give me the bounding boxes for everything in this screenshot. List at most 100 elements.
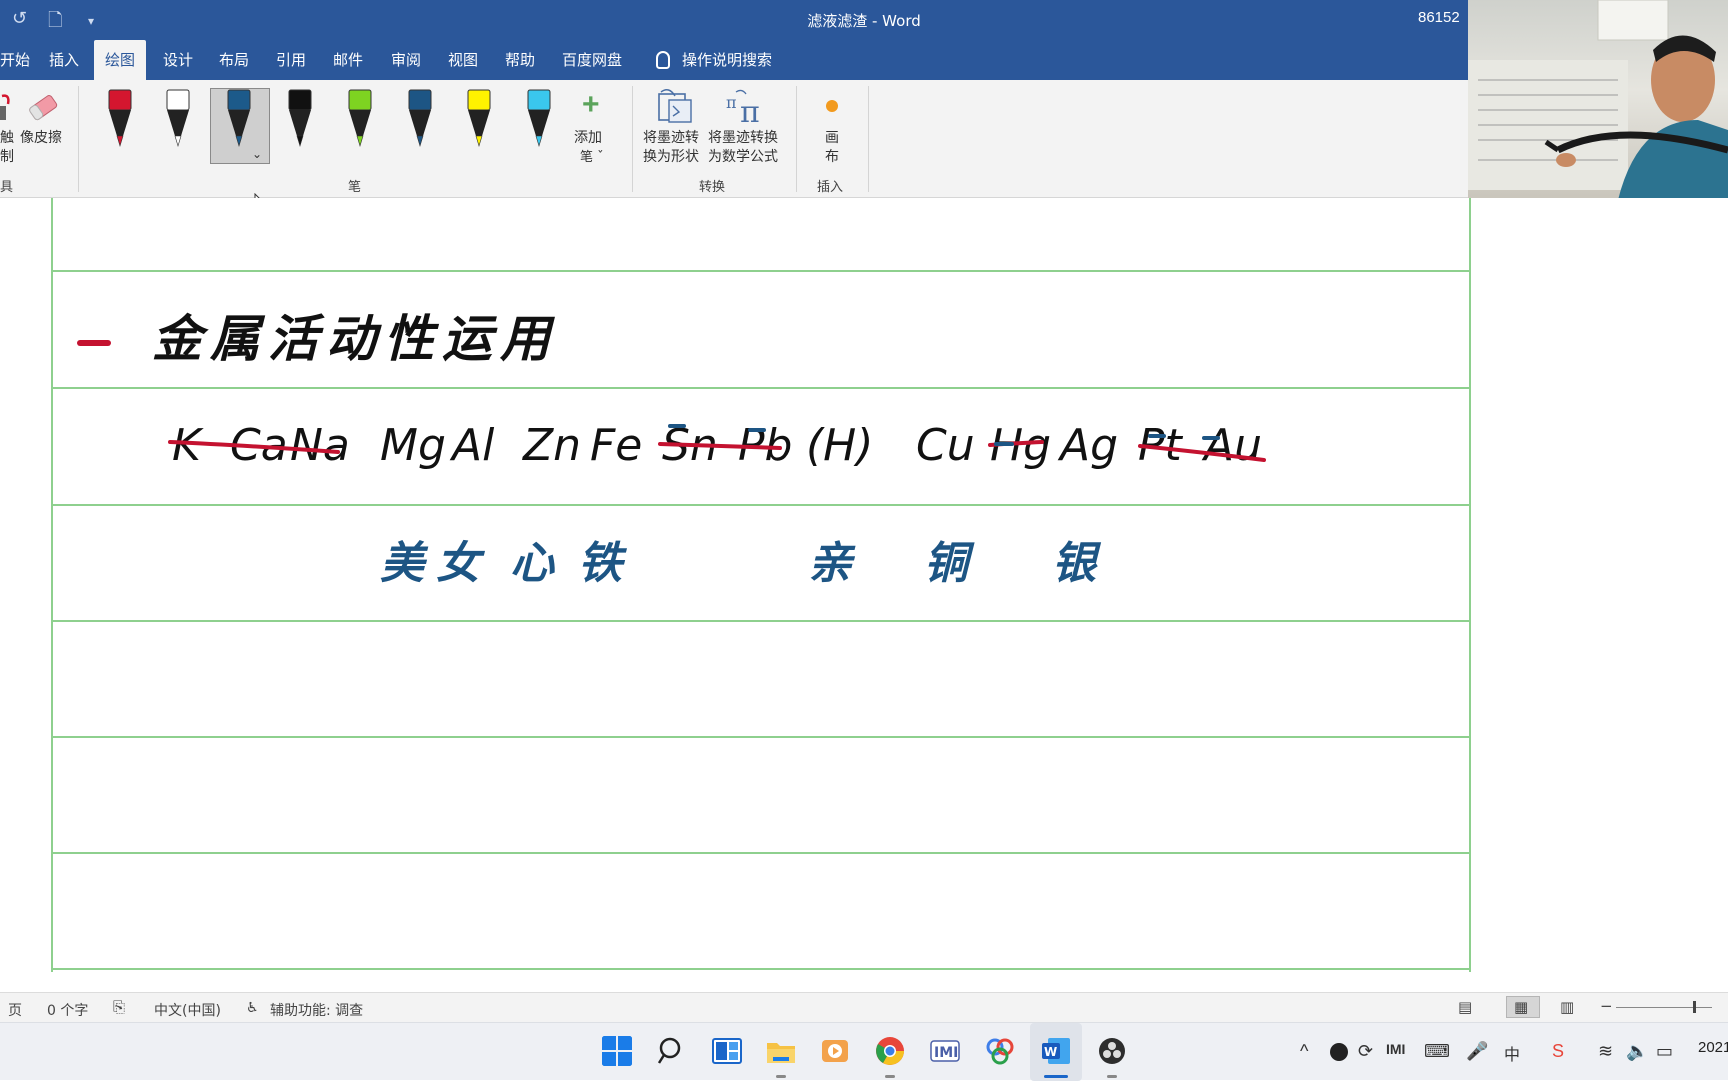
keyboard-icon[interactable]: ⌨	[1424, 1041, 1450, 1062]
tab-layout[interactable]: 布局	[208, 40, 260, 80]
print-layout-icon: ▦	[1514, 998, 1529, 1016]
microphone-icon[interactable]: 🎤	[1466, 1041, 1488, 1062]
task-view-icon[interactable]	[711, 1035, 743, 1067]
video-app-icon[interactable]	[819, 1035, 851, 1067]
canvas-label-1[interactable]: 画	[825, 129, 839, 148]
tell-me-search[interactable]: 操作说明搜索	[645, 40, 783, 80]
baidu-netdisk-icon[interactable]	[984, 1035, 1016, 1067]
battery-icon[interactable]: ▭	[1656, 1041, 1673, 1062]
group-separator	[632, 86, 633, 192]
pen-8-icon[interactable]	[524, 88, 554, 152]
mnemonic-character: 美	[380, 538, 429, 589]
tab-view[interactable]: 视图	[437, 40, 489, 80]
page-indicator[interactable]: 页	[8, 1000, 22, 1020]
tray-app-icon[interactable]	[1330, 1043, 1348, 1061]
element-symbol: Al	[449, 420, 495, 471]
tab-review[interactable]: 审阅	[380, 40, 432, 80]
accessibility-icon: ♿	[246, 1000, 259, 1016]
ink-to-math-icon[interactable]: π π	[724, 88, 770, 126]
ink-to-shape-label-1[interactable]: 将墨迹转	[643, 129, 699, 148]
sogou-icon[interactable]: S	[1552, 1041, 1564, 1062]
clock[interactable]: 2021	[1698, 1039, 1728, 1056]
sync-icon[interactable]: ⟳	[1358, 1041, 1373, 1062]
word-icon[interactable]: W	[1040, 1035, 1072, 1067]
touch-label-1: 触	[0, 130, 14, 146]
group-separator	[796, 86, 797, 192]
pen-2-icon[interactable]	[163, 88, 193, 152]
im-app-icon[interactable]: IMI	[929, 1035, 961, 1067]
webcam-overlay	[1468, 0, 1728, 200]
search-icon[interactable]	[656, 1035, 688, 1067]
element-symbol: Ag	[1057, 420, 1118, 471]
accessibility-status[interactable]: 辅助功能: 调查	[270, 1000, 363, 1020]
touch-draw-icon[interactable]	[0, 92, 14, 122]
ime-icon[interactable]: 中	[1504, 1041, 1520, 1065]
svg-text:IMI: IMI	[934, 1045, 958, 1061]
tell-me-label: 操作说明搜索	[682, 51, 773, 69]
element-symbol: (H)	[806, 420, 873, 471]
group-separator	[868, 86, 869, 192]
tab-draw[interactable]: 绘图	[94, 40, 147, 80]
tab-design[interactable]: 设计	[152, 40, 204, 80]
running-indicator	[1107, 1075, 1117, 1078]
heading-bullet: 一	[80, 349, 81, 351]
canvas-label-2[interactable]: 布	[825, 148, 839, 167]
user-account[interactable]: 86152	[1418, 9, 1460, 26]
obs-icon[interactable]	[1096, 1035, 1128, 1067]
ink-to-math-label-2[interactable]: 为数学公式	[708, 148, 778, 167]
zoom-slider-thumb[interactable]	[1693, 1001, 1696, 1013]
pen-7-icon[interactable]	[464, 88, 494, 152]
pen-1-icon[interactable]	[105, 88, 135, 152]
read-mode-icon[interactable]: ▤	[1458, 998, 1472, 1016]
add-pen-icon[interactable]: +	[582, 88, 600, 122]
eraser-label[interactable]: 像皮擦	[20, 129, 62, 148]
file-explorer-icon[interactable]	[765, 1035, 797, 1067]
language-indicator[interactable]: 中文(中国)	[154, 1000, 221, 1020]
tray-im-icon[interactable]: IMI	[1386, 1041, 1405, 1057]
mnemonic-character: 亲	[808, 538, 856, 589]
volume-icon[interactable]: 🔈	[1626, 1041, 1648, 1062]
tab-mailings[interactable]: 邮件	[322, 40, 374, 80]
ink-layer[interactable]: 一 金属活动性运用 K Ca Na Mg Al Zn Fe Sn Pb (H) Cu Hg Ag Pt Au…	[0, 198, 1728, 972]
tab-insert[interactable]: 插入	[38, 40, 90, 80]
touch-label-2: 制	[0, 149, 14, 165]
zoom-slider[interactable]	[1616, 1007, 1712, 1008]
element-symbol: Cu	[916, 420, 975, 471]
tools-group-label: 具	[0, 180, 14, 195]
svg-text:π: π	[726, 93, 737, 112]
tab-references[interactable]: 引用	[265, 40, 317, 80]
mnemonic-character: 女	[436, 538, 486, 589]
ink-to-shape-label-2[interactable]: 换为形状	[643, 148, 699, 167]
ink-to-shape-icon[interactable]	[655, 88, 695, 126]
wifi-icon[interactable]: ≋	[1598, 1041, 1613, 1062]
pen-6-icon[interactable]	[405, 88, 435, 152]
pen-options-chevron-icon[interactable]: ⌄	[252, 147, 262, 161]
pen-3-icon[interactable]	[224, 88, 254, 152]
web-layout-icon[interactable]: ▥	[1560, 998, 1574, 1016]
status-bar: 页 0 个字 ⎘ 中文(中国) ♿ 辅助功能: 调查 ▤ ▦ ▥ −	[0, 992, 1728, 1022]
eraser-icon[interactable]	[26, 92, 62, 122]
word-count[interactable]: 0 个字	[47, 1000, 88, 1020]
add-pen-label-2[interactable]: 笔 ˇ	[580, 148, 604, 167]
tab-help[interactable]: 帮助	[494, 40, 546, 80]
element-symbol: Zn	[522, 420, 581, 471]
mnemonic-character: 心	[510, 538, 556, 589]
chrome-icon[interactable]	[874, 1035, 906, 1067]
drawing-canvas-icon[interactable]	[826, 100, 838, 112]
document-area[interactable]: 一 金属活动性运用 K Ca Na Mg Al Zn Fe Sn Pb (H) Cu Hg Ag Pt Au…	[0, 198, 1728, 972]
element-symbol: Au	[1201, 420, 1262, 471]
tab-home[interactable]: 开始	[0, 40, 41, 80]
tray-overflow-chevron-icon[interactable]: ^	[1300, 1041, 1308, 1062]
tab-baidu-netdisk[interactable]: 百度网盘	[551, 40, 633, 80]
pens-group-label: 笔	[348, 180, 362, 195]
convert-group-label: 转换	[699, 180, 726, 195]
windows-start-icon[interactable]	[601, 1035, 633, 1067]
pen-5-icon[interactable]	[345, 88, 375, 152]
struck-element-symbol: K	[172, 420, 204, 471]
proofing-icon[interactable]: ⎘	[113, 998, 125, 1016]
mnemonic-character: 铁	[578, 538, 628, 589]
zoom-out-icon[interactable]: −	[1600, 997, 1613, 1015]
pen-4-icon[interactable]	[285, 88, 315, 152]
add-pen-label-1[interactable]: 添加	[574, 129, 602, 148]
ink-to-math-label-1[interactable]: 将墨迹转换	[708, 129, 778, 148]
